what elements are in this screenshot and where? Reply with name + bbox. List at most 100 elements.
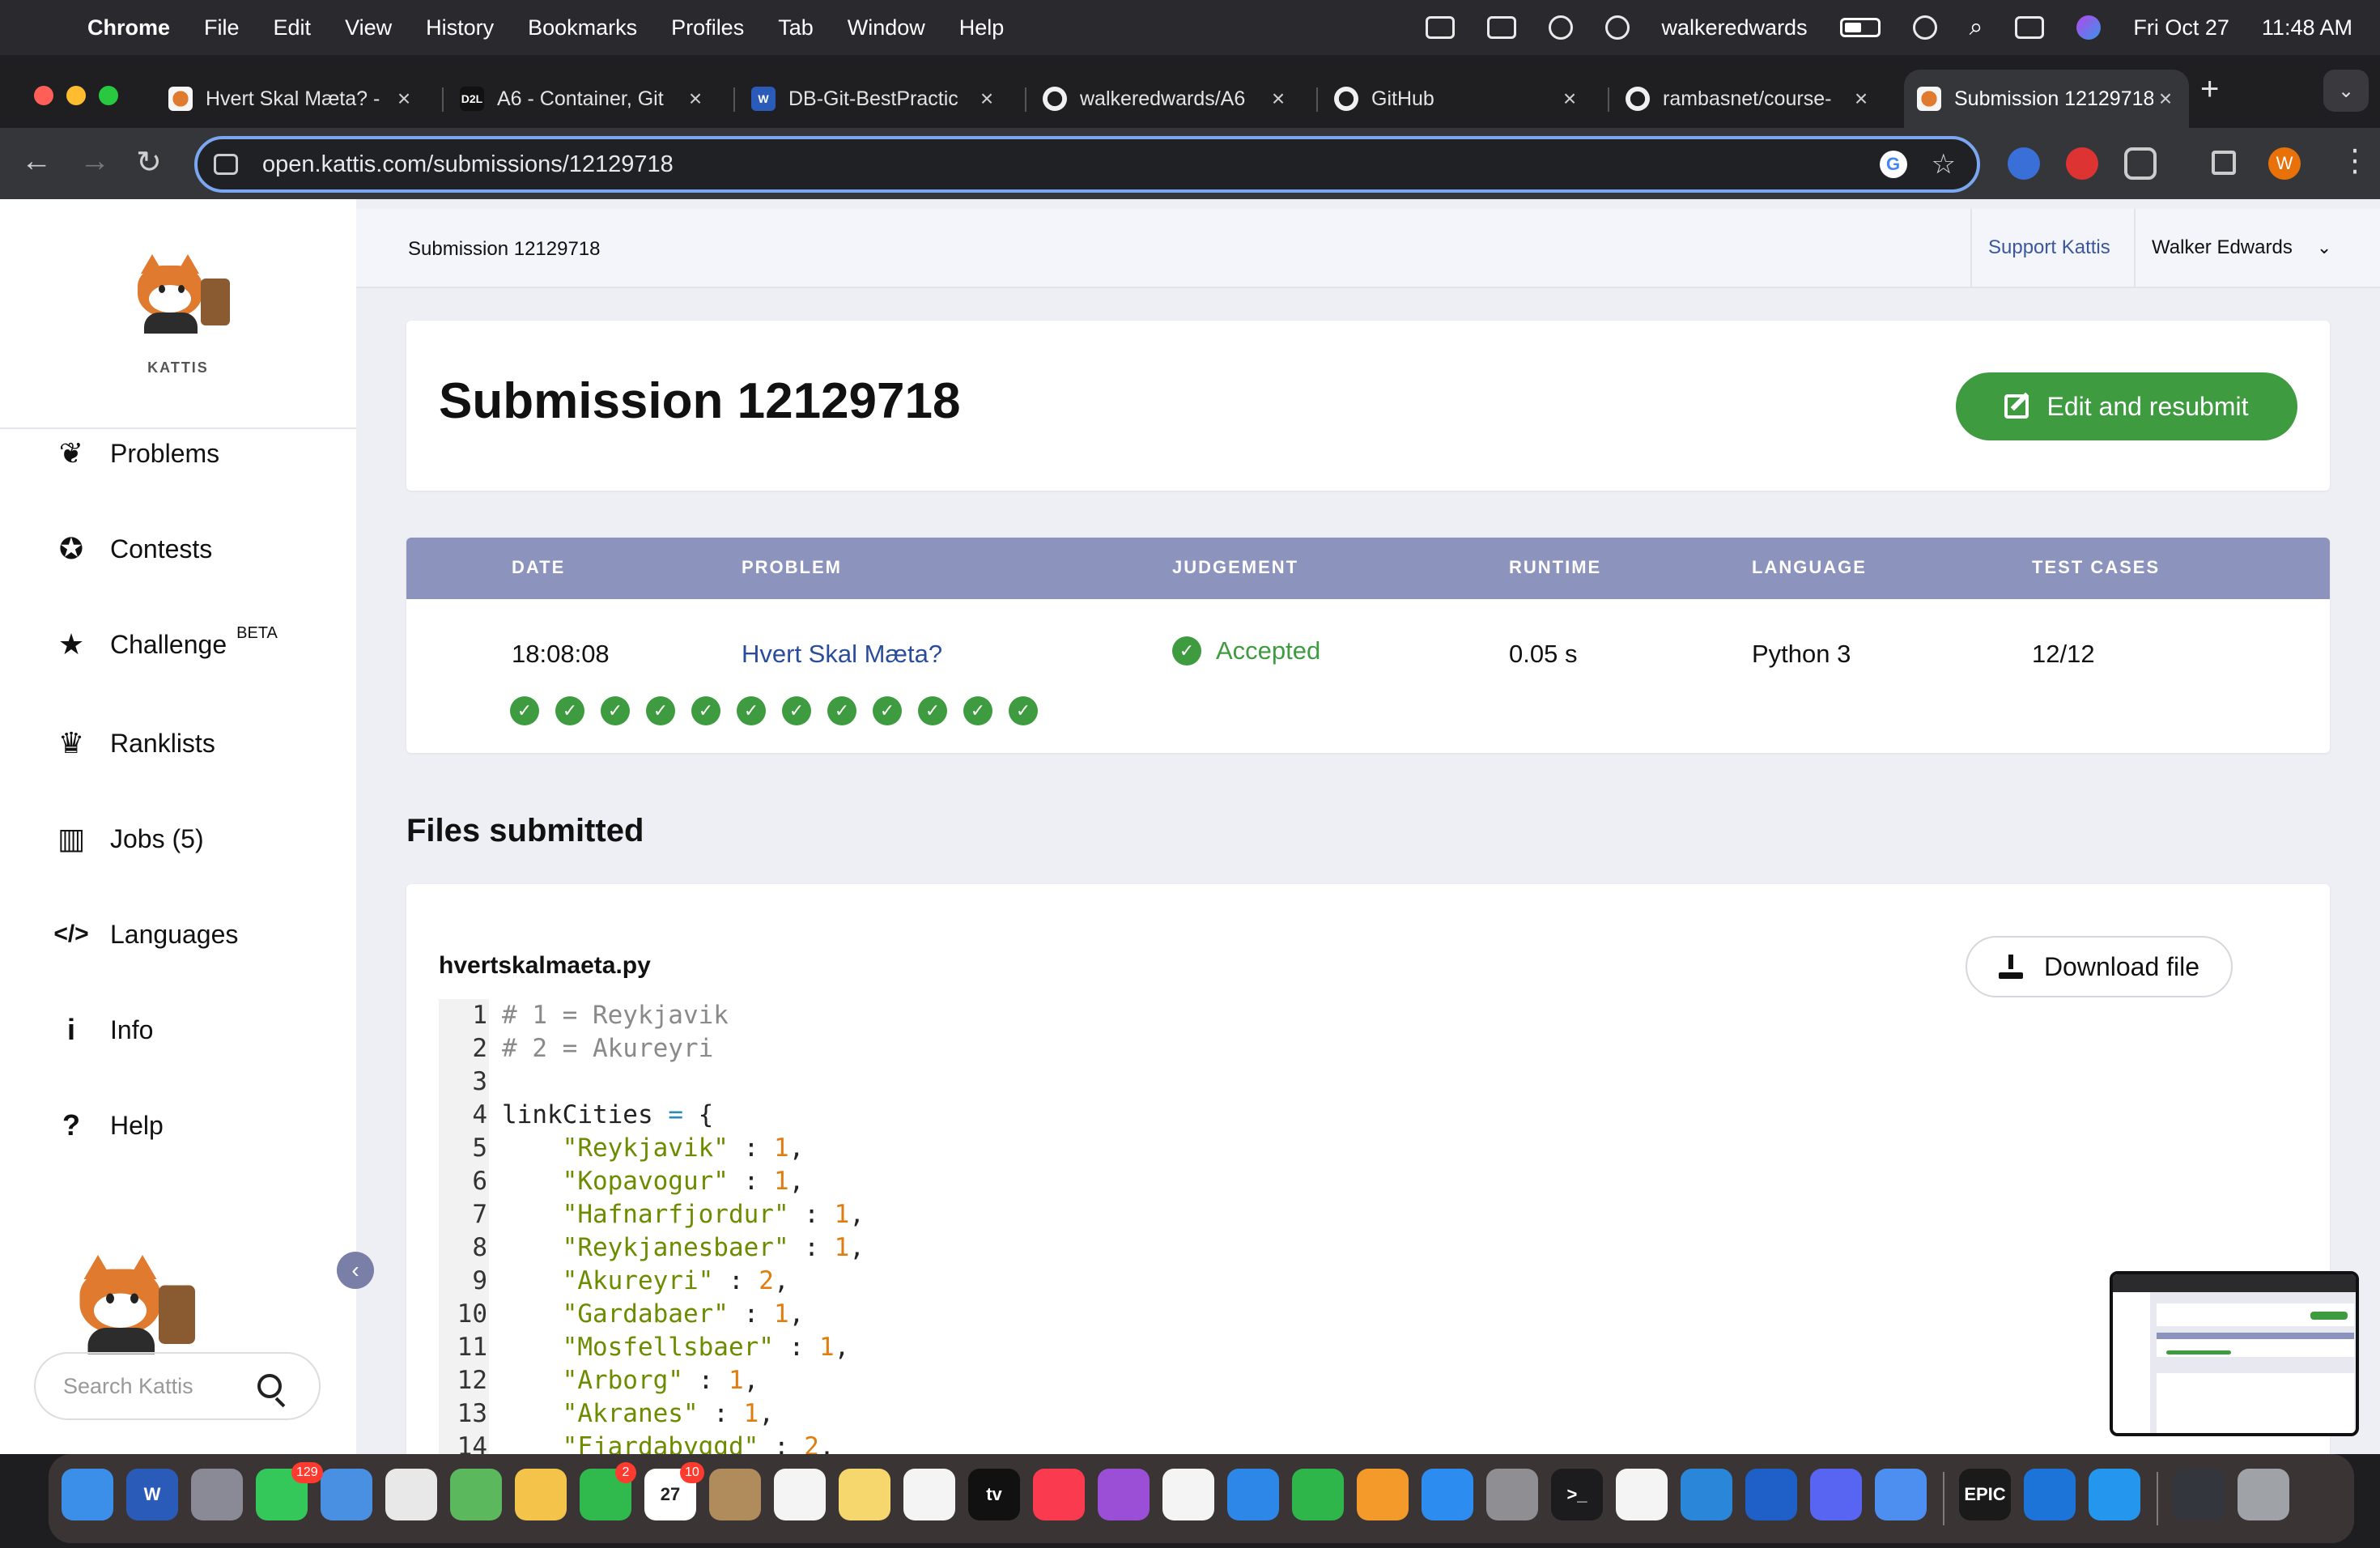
tab-close-icon[interactable]: × (683, 86, 708, 112)
extension-2-icon[interactable] (2066, 147, 2098, 180)
new-tab-button[interactable]: + (2200, 71, 2219, 108)
test-case-pass-icon[interactable]: ✓ (918, 696, 947, 725)
cloud-time-icon[interactable] (1425, 16, 1455, 39)
pages-icon[interactable] (1357, 1469, 1409, 1520)
sidebar-item-problems[interactable]: ❦ Problems (50, 429, 219, 478)
sidebar-item-challenge[interactable]: ★ Challenge BETA (50, 620, 278, 669)
icloud-icon[interactable] (1486, 16, 1516, 39)
sidebar-item-help[interactable]: ? Help (50, 1101, 164, 1150)
news-icon[interactable] (1162, 1469, 1214, 1520)
menu-profiles[interactable]: Profiles (671, 15, 744, 40)
back-button[interactable]: ← (21, 144, 52, 179)
address-bar[interactable]: open.kattis.com/submissions/12129718 G ☆ (194, 136, 1980, 193)
test-case-pass-icon[interactable]: ✓ (555, 696, 584, 725)
network-icon[interactable] (1604, 15, 1630, 40)
browser-tab[interactable]: rambasnet/course- × (1613, 70, 1885, 128)
wifi-icon[interactable] (1912, 15, 1937, 40)
kattis-logo[interactable]: KATTIS (0, 199, 356, 429)
menu-tab[interactable]: Tab (778, 15, 814, 40)
menu-window[interactable]: Window (848, 15, 925, 40)
site-settings-icon[interactable] (214, 154, 238, 175)
menu-app-name[interactable]: Chrome (87, 15, 170, 40)
trash-icon[interactable] (2238, 1469, 2289, 1520)
freeform-icon[interactable] (903, 1469, 955, 1520)
tab-close-icon[interactable]: × (1849, 86, 1873, 112)
sidebar-item-languages[interactable]: </> Languages (50, 910, 238, 959)
finder-icon[interactable] (62, 1469, 113, 1520)
edit-resubmit-button[interactable]: Edit and resubmit (1956, 372, 2297, 440)
photos-icon[interactable] (515, 1469, 567, 1520)
code-viewer[interactable]: 1 # 1 = Reykjavik 2 # 2 = Akureyri 3 4 linkCit… (439, 999, 2301, 1454)
test-case-pass-icon[interactable]: ✓ (1009, 696, 1038, 725)
username[interactable]: walkeredwards (1662, 15, 1808, 40)
vpn-icon[interactable] (1548, 15, 1573, 40)
tab-close-icon[interactable]: × (392, 86, 416, 112)
notes-icon[interactable] (839, 1469, 890, 1520)
url-text[interactable]: open.kattis.com/submissions/12129718 (262, 151, 1880, 178)
reload-button[interactable]: ↻ (136, 144, 162, 181)
problem-link[interactable]: Hvert Skal Mæta? (742, 640, 942, 669)
minimize-window-button[interactable] (66, 86, 86, 105)
test-case-pass-icon[interactable]: ✓ (646, 696, 675, 725)
test-case-pass-icon[interactable]: ✓ (510, 696, 539, 725)
user-menu[interactable]: Walker Edwards ⌄ (2134, 209, 2380, 287)
tab-close-icon[interactable]: × (1558, 86, 1582, 112)
docker-icon[interactable] (2089, 1469, 2140, 1520)
battery-icon[interactable] (1839, 18, 1881, 37)
side-panel-icon[interactable] (2212, 151, 2236, 175)
tab-close-icon[interactable]: × (975, 86, 999, 112)
podcasts-icon[interactable] (1098, 1469, 1150, 1520)
menu-history[interactable]: History (426, 15, 494, 40)
extensions-puzzle-icon[interactable] (2124, 147, 2157, 180)
maps-icon[interactable] (450, 1469, 502, 1520)
test-case-pass-icon[interactable]: ✓ (827, 696, 856, 725)
zoom-window-button[interactable] (99, 86, 118, 105)
vscode-icon[interactable] (1681, 1469, 1732, 1520)
browser-tab[interactable]: walkeredwards/A6 × (1030, 70, 1302, 128)
sidebar-item-info[interactable]: i Info (50, 1006, 153, 1054)
profile-avatar[interactable]: W (2268, 147, 2301, 180)
appletv-icon[interactable]: tv (968, 1469, 1020, 1520)
browser-tab[interactable]: GitHub × (1321, 70, 1593, 128)
test-case-pass-icon[interactable]: ✓ (737, 696, 766, 725)
test-case-pass-icon[interactable]: ✓ (691, 696, 720, 725)
window-preview-icon[interactable] (2173, 1469, 2225, 1520)
sidebar-item-ranklists[interactable]: ♛ Ranklists (50, 719, 215, 768)
test-case-pass-icon[interactable]: ✓ (873, 696, 902, 725)
browser-tab[interactable]: D2L A6 - Container, Git × (447, 70, 719, 128)
control-center-icon[interactable] (2015, 16, 2045, 39)
onedrive-icon[interactable] (2024, 1469, 2076, 1520)
google-lens-icon[interactable]: G (1879, 151, 1907, 178)
1password-icon[interactable] (1745, 1469, 1797, 1520)
menu-view[interactable]: View (345, 15, 392, 40)
reminders-icon[interactable] (774, 1469, 826, 1520)
numbers-icon[interactable] (1292, 1469, 1344, 1520)
keynote-icon[interactable] (1227, 1469, 1279, 1520)
textedit-icon[interactable] (1616, 1469, 1668, 1520)
menu-bookmarks[interactable]: Bookmarks (528, 15, 637, 40)
test-case-pass-icon[interactable]: ✓ (601, 696, 630, 725)
word-icon[interactable]: W (126, 1469, 178, 1520)
sidebar-search[interactable] (34, 1352, 321, 1420)
sidebar-item-contests[interactable]: ✪ Contests (50, 525, 212, 573)
tab-search-button[interactable]: ⌄ (2323, 70, 2369, 112)
time[interactable]: 11:48 AM (2262, 15, 2352, 40)
test-case-pass-icon[interactable]: ✓ (963, 696, 992, 725)
terminal-icon[interactable]: >_ (1551, 1469, 1603, 1520)
screenshot-thumbnail[interactable] (2110, 1271, 2359, 1436)
search-input[interactable] (63, 1373, 249, 1399)
discord-icon[interactable] (1810, 1469, 1862, 1520)
date[interactable]: Fri Oct 27 (2133, 15, 2229, 40)
mail-icon[interactable] (321, 1469, 372, 1520)
sidebar-item-jobs[interactable]: ▥ Jobs (5) (50, 814, 204, 863)
browser-tab[interactable]: W DB-Git-BestPractic × (738, 70, 1010, 128)
menu-file[interactable]: File (204, 15, 240, 40)
collapse-sidebar-button[interactable]: ‹ (337, 1252, 374, 1289)
appstore-icon[interactable] (1422, 1469, 1473, 1520)
chrome-menu-icon[interactable]: ⋮ (2340, 142, 2370, 179)
download-file-button[interactable]: Download file (1966, 936, 2233, 997)
chrome-icon[interactable] (385, 1469, 437, 1520)
spotlight-icon[interactable]: ⌕ (1970, 14, 1983, 41)
menu-edit[interactable]: Edit (274, 15, 312, 40)
menu-help[interactable]: Help (959, 15, 1005, 40)
